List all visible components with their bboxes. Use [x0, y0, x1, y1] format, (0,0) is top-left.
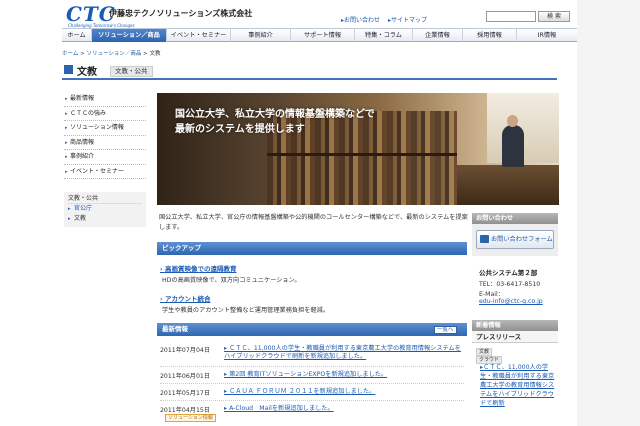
person-head-image [507, 115, 518, 127]
news-date: 2011年06月01日 [160, 373, 211, 380]
pickup-item-desc: HDの高画質映像で、双方向コミュニケーション。 [162, 277, 301, 284]
nav-ir[interactable]: IR情報 [517, 29, 577, 42]
nav-recruit[interactable]: 採用情報 [463, 29, 517, 42]
sidebar-item-solutions[interactable]: ソリューション情報 [64, 121, 146, 136]
breadcrumb-solutions[interactable]: ソリューション／商品 [86, 51, 141, 57]
press-release-heading: プレスリリース [472, 331, 558, 343]
search-button[interactable]: 検 索 [538, 11, 570, 22]
news-category-tag: ソリューション情報 [165, 414, 216, 422]
breadcrumb: ホーム > ソリューション／商品 > 文教 [62, 49, 160, 57]
breadcrumb-separator: > [80, 51, 85, 57]
right-gutter [577, 0, 640, 426]
search-input[interactable] [486, 11, 536, 22]
left-gutter [0, 0, 62, 426]
bookshelf-divider [267, 153, 457, 156]
breadcrumb-home[interactable]: ホーム [62, 51, 78, 57]
page: CTC Challenging Tomorrow's Changes 伊藤忠テク… [62, 0, 577, 426]
pickup-item-account[interactable]: アカウント統合 [160, 293, 211, 303]
nav-home[interactable]: ホーム [62, 29, 92, 42]
hero-text: 国公立大学、私立大学の情報基盤構築などで 最新のシステムを提供します [175, 107, 375, 137]
nav-features[interactable]: 特集・コラム [355, 29, 413, 42]
news-date: 2011年07月04日 [160, 347, 211, 354]
reading-person-image [502, 125, 524, 167]
sitemap-link[interactable]: ▸サイトマップ [388, 15, 427, 24]
mail-icon [480, 235, 489, 243]
sidebar-nav: 最新情報 ＣＴＣの強み ソリューション情報 商品情報 事例紹介 イベント・セミナ… [64, 92, 146, 179]
nav-cases[interactable]: 事例紹介 [231, 29, 291, 42]
pickup-heading: ピックアップ [157, 242, 467, 255]
breadcrumb-separator: > [143, 51, 148, 57]
sidebar-item-latest[interactable]: 最新情報 [64, 92, 146, 107]
sidebar-item-products[interactable]: 商品情報 [64, 136, 146, 150]
contact-link[interactable]: ▸お問い合わせ [341, 15, 380, 24]
department-email-link[interactable]: edu-info@ctc-g.co.jp [479, 298, 543, 305]
news-row: 2011年05月17日 ＣＡＵＡ ＦＯＲＵＭ ２０１１を新規追加しました。 [160, 385, 464, 401]
sidebar-sub-item-education[interactable]: 文教 [68, 214, 142, 224]
intro-text: 国公立大学、私立大学、官公庁の情報基盤構築や公的機関のコールセンター構築などで、… [159, 214, 468, 231]
news-date: 2011年04月15日 [160, 407, 211, 414]
news-list-button[interactable]: 一覧へ [434, 326, 457, 334]
hero-line-2: 最新のシステムを提供します [175, 124, 305, 135]
news-heading: 最新情報 [157, 323, 467, 336]
page-title: 文教 [77, 67, 97, 78]
department-email-label: E-Mail： [479, 291, 504, 298]
sitemap-link-label: サイトマップ [391, 17, 428, 24]
press-release-link[interactable]: ＣＴＣ、11,000人の学生・教職員が利用する東京農工大学の教育用情報システムを… [480, 363, 560, 408]
nav-events[interactable]: イベント・セミナー [167, 29, 231, 42]
company-name: 伊藤忠テクノソリューションズ株式会社 [109, 9, 253, 18]
news-link[interactable]: ＣＴＣ、11,000人の学生・教職員が利用する東京農工大学の教育用情報システムを… [224, 345, 464, 361]
page-title-tag: 文教・公共 [110, 66, 153, 77]
contact-link-label: お問い合わせ [344, 17, 381, 24]
nav-company[interactable]: 企業情報 [413, 29, 463, 42]
new-info-heading: 新着情報 [472, 320, 558, 331]
pickup-item-remote-education[interactable]: 高画質映像での遠隔教育 [160, 263, 237, 273]
department-name: 公共システム第２部 [479, 269, 538, 277]
top-links: ▸お問い合わせ ▸サイトマップ [341, 15, 427, 24]
news-date: 2011年05月17日 [160, 390, 211, 397]
news-row: 2011年04月15日 A-Cloud Mailを新規追加しました。 ソリューシ… [160, 402, 464, 424]
nav-solutions[interactable]: ソリューション／商品 [92, 29, 167, 42]
sidebar-sub-item-government[interactable]: 官公庁 [68, 204, 142, 214]
sidebar-item-strengths[interactable]: ＣＴＣの強み [64, 107, 146, 121]
sidebar-item-events[interactable]: イベント・セミナー [64, 165, 146, 179]
desk-image [457, 165, 559, 205]
news-link[interactable]: ＣＡＵＡ ＦＯＲＵＭ ２０１１を新規追加しました。 [224, 388, 464, 396]
nav-support[interactable]: サポート情報 [291, 29, 355, 42]
department-tel: TEL：03-6417-8510 [479, 281, 541, 288]
sidebar-subnav-title: 文教・公共 [68, 194, 142, 204]
press-tag: 文教 [476, 348, 493, 356]
contact-heading: お問い合わせ [472, 213, 558, 224]
page-title-bar: 文教 文教・公共 [62, 61, 557, 80]
hero-line-1: 国公立大学、私立大学の情報基盤構築などで [175, 109, 375, 120]
breadcrumb-current: 文教 [149, 51, 161, 57]
pickup-item-desc: 学生や教員のアカウント整備など運用管理業務負担を軽減。 [162, 307, 330, 314]
sidebar-item-cases[interactable]: 事例紹介 [64, 150, 146, 165]
news-row: 2011年06月01日 第2回 教育ITソリューションEXPOを新規追加しました… [160, 368, 464, 384]
title-square-icon [64, 65, 73, 74]
sidebar-subnav: 文教・公共 官公庁 文教 [64, 192, 146, 227]
global-nav: ホーム ソリューション／商品 イベント・セミナー 事例紹介 サポート情報 特集・… [62, 28, 577, 42]
news-link[interactable]: A-Cloud Mailを新規追加しました。 [224, 405, 464, 413]
hero-banner: 国公立大学、私立大学の情報基盤構築などで 最新のシステムを提供します [157, 93, 559, 205]
news-link[interactable]: 第2回 教育ITソリューションEXPOを新規追加しました。 [224, 371, 464, 379]
news-row: 2011年07月04日 ＣＴＣ、11,000人の学生・教職員が利用する東京農工大… [160, 342, 464, 367]
